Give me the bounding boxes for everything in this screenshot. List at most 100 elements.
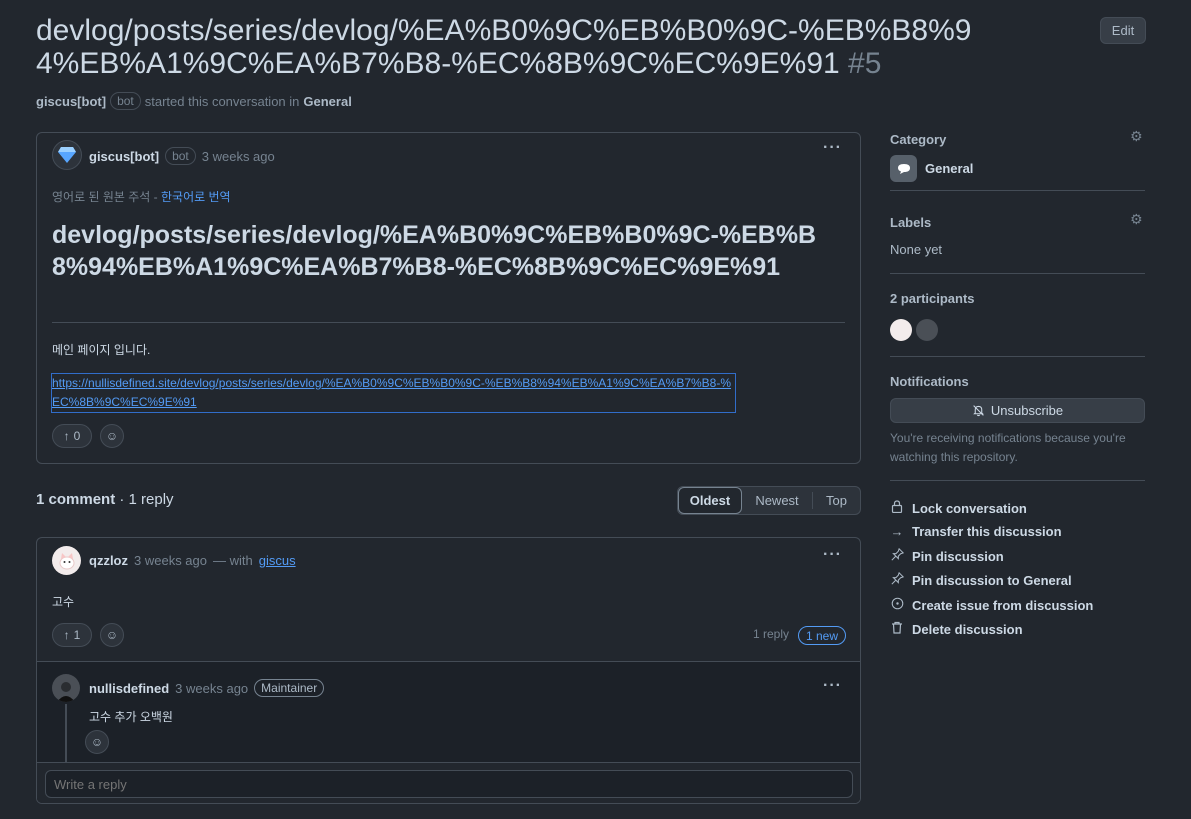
sort-control: Oldest Newest Top	[677, 486, 861, 515]
action-label: Lock conversation	[912, 500, 1027, 516]
post-bot-badge: bot	[165, 147, 196, 165]
giscus-avatar[interactable]	[52, 140, 82, 170]
bell-slash-icon	[973, 405, 984, 417]
speech-bubble-icon	[890, 155, 917, 182]
bot-badge: bot	[110, 92, 141, 110]
post-heading: devlog/posts/series/devlog/%EA%B0%9C%EB%…	[52, 221, 817, 281]
unsubscribe-label: Unsubscribe	[990, 403, 1064, 418]
comment-add-reaction-button[interactable]: ☺	[100, 623, 124, 647]
reply-count-label: · 1 reply	[119, 491, 174, 508]
comment-upvote-button[interactable]: ↑ 1	[52, 623, 92, 647]
person-avatar-icon	[57, 682, 75, 702]
giscus-link[interactable]: giscus	[259, 553, 296, 568]
notifications-heading: Notifications	[890, 374, 969, 389]
reply-add-reaction-button[interactable]: ☺	[85, 730, 109, 754]
comment-options-button[interactable]: ···	[823, 546, 842, 564]
pin-icon	[890, 571, 904, 588]
sidebar-divider	[890, 273, 1145, 274]
lock-icon	[890, 500, 904, 516]
labels-heading: Labels	[890, 215, 932, 230]
reply-body: 고수 추가 오백원	[89, 710, 173, 724]
comment-count: 1 comment · 1 reply	[36, 491, 174, 508]
post-body: 메인 페이지 입니다.	[52, 343, 151, 357]
arrow-up-icon: ↑	[63, 429, 70, 443]
starter-author[interactable]: giscus[bot]	[36, 94, 106, 109]
new-replies-badge[interactable]: 1 new	[798, 626, 847, 645]
original-post: giscus[bot] bot 3 weeks ago ··· 영어로 된 원본…	[36, 132, 861, 464]
category-heading: Category	[890, 132, 947, 147]
comment-with-text: — with	[213, 553, 253, 568]
comment-upvote-count: 1	[73, 628, 81, 642]
action-label: Pin discussion	[912, 548, 1004, 564]
maintainer-badge: Maintainer	[254, 679, 325, 697]
comment-count-label: 1 comment	[36, 491, 116, 508]
labels-value: None yet	[890, 242, 943, 257]
arrow-up-icon: ↑	[63, 628, 70, 642]
smiley-icon: ☺	[105, 628, 119, 642]
trash-icon	[890, 621, 904, 637]
issue-icon	[890, 597, 904, 613]
diamond-icon	[58, 147, 76, 163]
post-time[interactable]: 3 weeks ago	[202, 149, 275, 164]
smiley-icon: ☺	[105, 429, 119, 443]
participant-avatar-qzzloz[interactable]	[890, 319, 912, 341]
post-add-reaction-button[interactable]: ☺	[100, 424, 124, 448]
arrow-right-icon: →	[890, 524, 904, 539]
sidebar-divider	[890, 356, 1145, 357]
action-label: Delete discussion	[912, 621, 1023, 637]
lock-conversation-action[interactable]: Lock conversation	[890, 500, 1027, 516]
reply-count[interactable]: 1 reply	[753, 627, 789, 641]
reply-meta: nullisdefined 3 weeks ago Maintainer	[89, 679, 325, 697]
smiley-icon: ☺	[90, 735, 104, 749]
reply-time[interactable]: 3 weeks ago	[175, 681, 248, 696]
sidebar-divider	[890, 190, 1145, 191]
post-options-button[interactable]: ···	[823, 139, 842, 157]
discussion-number: #5	[848, 47, 882, 80]
comment-meta: qzzloz 3 weeks ago — with giscus	[89, 553, 296, 568]
pin-discussion-action[interactable]: Pin discussion	[890, 547, 1004, 564]
sort-top[interactable]: Top	[812, 492, 860, 509]
write-reply-input[interactable]	[45, 770, 853, 798]
transfer-discussion-action[interactable]: → Transfer this discussion	[890, 524, 1062, 539]
qzzloz-avatar[interactable]	[52, 546, 81, 575]
participant-avatar-nullisdefined[interactable]	[916, 319, 938, 341]
category-link[interactable]: General	[303, 94, 351, 109]
reply-author[interactable]: nullisdefined	[89, 681, 169, 696]
sort-oldest[interactable]: Oldest	[678, 487, 742, 514]
comment-thread: qzzloz 3 weeks ago — with giscus ··· 고수 …	[36, 537, 861, 804]
reply-thread-line	[65, 704, 67, 764]
post-url-link[interactable]: https://nullisdefined.site/devlog/posts/…	[51, 373, 736, 413]
delete-discussion-action[interactable]: Delete discussion	[890, 621, 1023, 637]
translate-note-text: 영어로 된 원본 주석 -	[52, 190, 158, 204]
category-gear-icon[interactable]: ⚙	[1130, 128, 1143, 145]
unsubscribe-button[interactable]: Unsubscribe	[890, 398, 1145, 423]
started-text: started this conversation in	[144, 93, 300, 109]
participants-heading: 2 participants	[890, 291, 975, 306]
sidebar-divider	[890, 480, 1145, 481]
create-issue-action[interactable]: Create issue from discussion	[890, 597, 1093, 613]
discussion-title-text: devlog/posts/series/devlog/%EA%B0%9C%EB%…	[36, 14, 972, 80]
edit-button[interactable]: Edit	[1100, 17, 1146, 44]
reply-options-button[interactable]: ···	[823, 677, 842, 695]
pin-icon	[890, 547, 904, 564]
cat-avatar-icon	[59, 552, 74, 569]
action-label: Transfer this discussion	[912, 524, 1062, 539]
labels-gear-icon[interactable]: ⚙	[1130, 211, 1143, 228]
nullisdefined-avatar[interactable]	[52, 674, 80, 702]
action-label: Pin discussion to General	[912, 572, 1072, 588]
post-upvote-button[interactable]: ↑ 0	[52, 424, 92, 448]
post-meta: giscus[bot] bot 3 weeks ago	[89, 147, 275, 165]
comment-time[interactable]: 3 weeks ago	[134, 553, 207, 568]
discussion-title: devlog/posts/series/devlog/%EA%B0%9C%EB%…	[36, 14, 996, 80]
action-label: Create issue from discussion	[912, 597, 1094, 613]
category-name[interactable]: General	[925, 161, 973, 176]
heading-divider	[52, 322, 845, 323]
pin-discussion-to-general-action[interactable]: Pin discussion to General	[890, 571, 1072, 588]
reply-input-row	[37, 762, 860, 803]
sort-newest[interactable]: Newest	[742, 487, 812, 514]
comment-author[interactable]: qzzloz	[89, 553, 128, 568]
comment-body: 고수	[52, 595, 75, 609]
translate-link[interactable]: 한국어로 번역	[161, 190, 231, 204]
post-upvote-count: 0	[73, 429, 81, 443]
post-author[interactable]: giscus[bot]	[89, 149, 159, 164]
